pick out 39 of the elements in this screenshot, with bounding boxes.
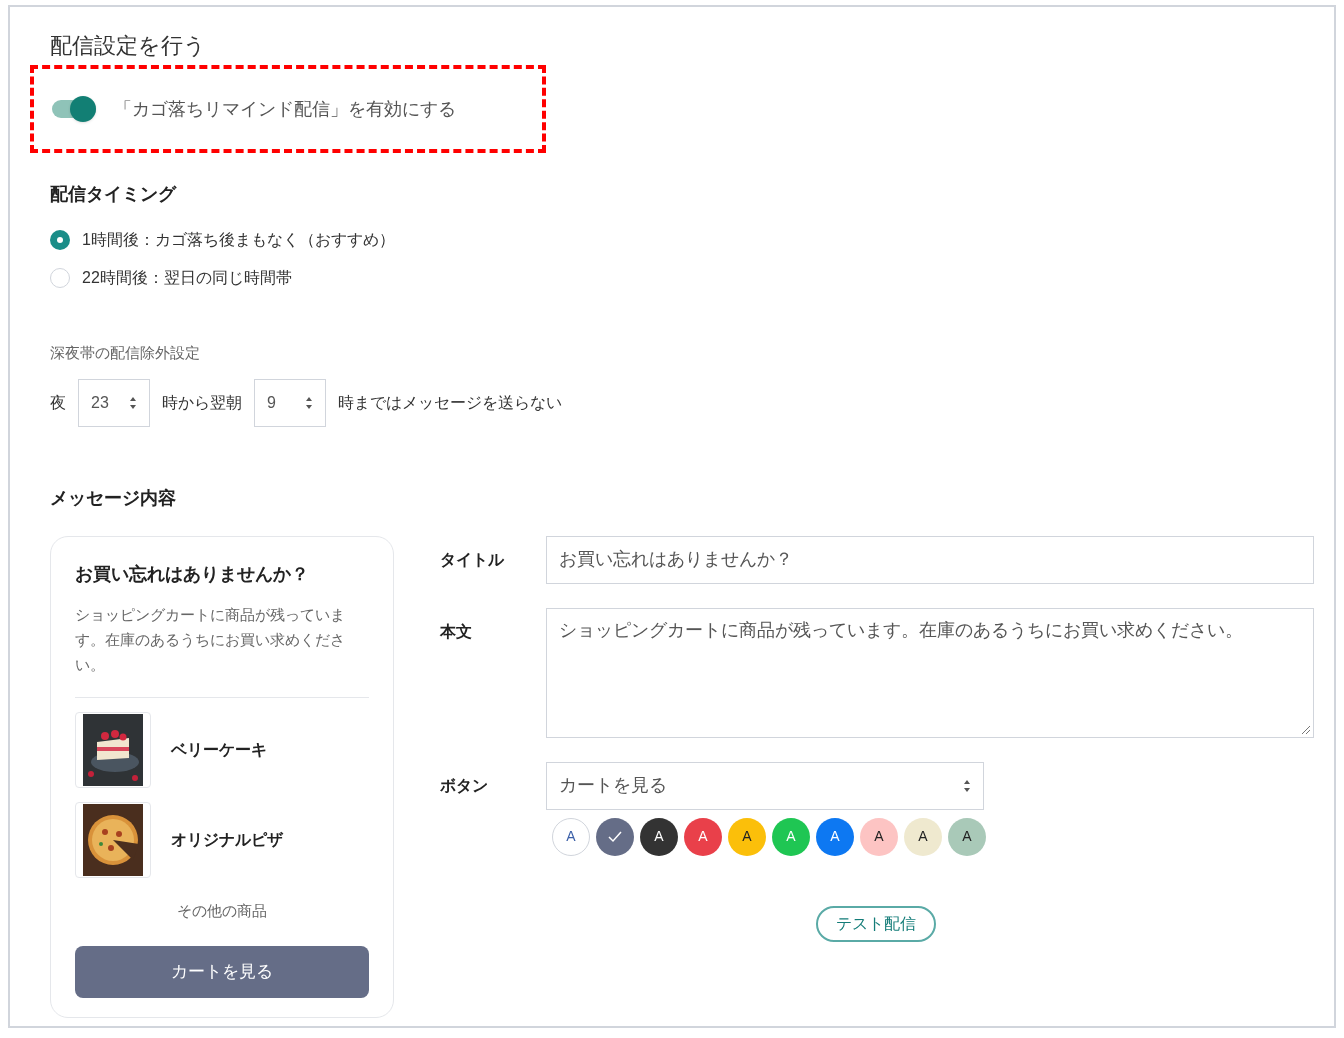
- color-swatch[interactable]: [596, 817, 634, 856]
- color-swatch[interactable]: A: [552, 817, 590, 856]
- toggle-label: 「カゴ落ちリマインド配信」を有効にする: [114, 97, 456, 121]
- stepper-icon: [963, 778, 971, 793]
- hour-select[interactable]: 9: [254, 378, 326, 427]
- color-swatch[interactable]: A: [816, 817, 854, 856]
- field-label: 夜: [50, 392, 66, 413]
- section-title: 配信タイミング: [50, 183, 178, 206]
- color-swatch[interactable]: A: [684, 817, 722, 856]
- color-swatch[interactable]: A: [948, 817, 986, 856]
- field-label: ボタン: [440, 775, 489, 796]
- title-input[interactable]: お買い忘れはありませんか？: [546, 535, 1314, 584]
- product-name: ベリーケーキ: [171, 739, 267, 760]
- body-textarea[interactable]: ショッピングカートに商品が残っています。在庫のあるうちにお買い求めください。: [546, 607, 1314, 738]
- subsection-title: 深夜帯の配信除外設定: [50, 343, 201, 363]
- color-swatch[interactable]: A: [860, 817, 898, 856]
- preview-body: ショッピングカートに商品が残っています。在庫のあるうちにお買い求めください。: [75, 601, 369, 698]
- preview-title: お買い忘れはありませんか？: [75, 562, 310, 586]
- button-select[interactable]: カートを見る: [546, 761, 984, 810]
- view-cart-button[interactable]: カートを見る: [75, 946, 369, 998]
- field-label: 本文: [440, 621, 473, 642]
- more-products-link[interactable]: その他の商品: [177, 899, 267, 922]
- page-heading: 配信設定を行う: [50, 35, 207, 57]
- color-swatch[interactable]: A: [640, 817, 678, 856]
- field-label: タイトル: [440, 549, 505, 570]
- radio-label: 1時間後：カゴ落ち後まもなく（おすすめ）: [82, 230, 395, 250]
- field-label: 時まではメッセージを送らない: [338, 392, 562, 413]
- product-name: オリジナルピザ: [171, 829, 283, 850]
- color-swatch[interactable]: A: [904, 817, 942, 856]
- color-swatch[interactable]: A: [728, 817, 766, 856]
- field-label: 時から翌朝: [162, 392, 242, 413]
- hour-select[interactable]: 23: [78, 378, 150, 427]
- radio-button[interactable]: [50, 230, 70, 250]
- section-title: メッセージ内容: [50, 486, 177, 510]
- stepper-icon: [305, 395, 313, 410]
- stepper-icon: [129, 395, 137, 410]
- test-send-button[interactable]: テスト配信: [816, 905, 936, 942]
- radio-button[interactable]: [50, 268, 70, 288]
- radio-label: 22時間後：翌日の同じ時間帯: [82, 268, 292, 288]
